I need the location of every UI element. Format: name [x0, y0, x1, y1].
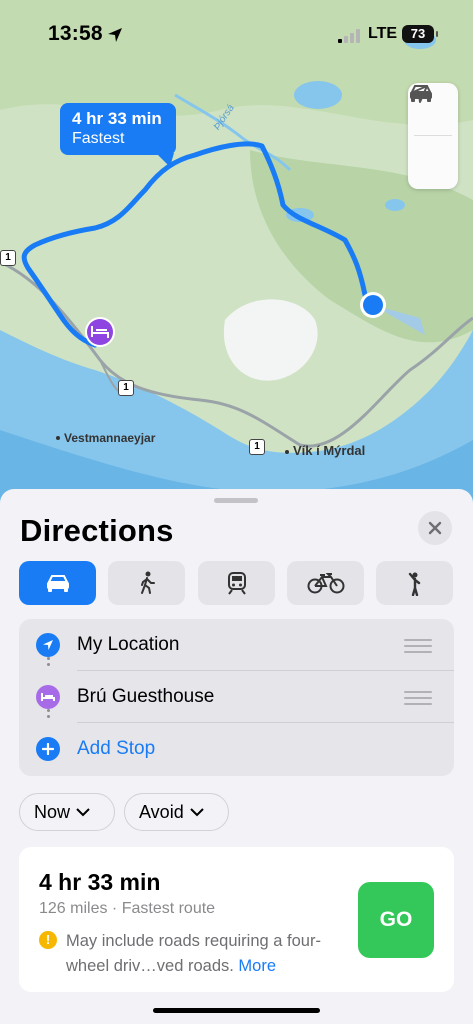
bike-icon [307, 573, 344, 594]
route-stops: My Location Brú Guesthouse Add Stop [19, 619, 454, 776]
route-warning-text: May include roads requiring a four-wheel… [66, 932, 321, 975]
mode-transit-button[interactable] [198, 561, 275, 605]
transport-modes [19, 561, 454, 605]
directions-sheet: Directions My Location Brú Guesthouse Ad… [0, 489, 473, 1024]
callout-duration: 4 hr 33 min [72, 109, 162, 128]
status-bar: 13:58 LTE 73 [0, 0, 473, 70]
map-controls [408, 83, 458, 189]
status-time: 13:58 [48, 22, 103, 45]
add-stop-button[interactable]: Add Stop [19, 723, 454, 775]
go-button[interactable]: GO [358, 882, 434, 958]
sheet-grabber[interactable] [214, 498, 258, 503]
location-services-icon [108, 28, 122, 42]
stop-destination-label: Brú Guesthouse [77, 686, 215, 707]
map-view[interactable]: Vestmannaeyjar Vík í Mýrdal Þjórsá 1 1 1… [0, 0, 473, 520]
mode-cycle-button[interactable] [287, 561, 364, 605]
track-location-button[interactable] [408, 85, 458, 188]
road-shield: 1 [0, 250, 16, 266]
callout-label: Fastest [72, 130, 125, 147]
stop-destination[interactable]: Brú Guesthouse [19, 671, 454, 723]
sheet-title: Directions [20, 513, 174, 548]
add-stop-label: Add Stop [77, 738, 156, 759]
walk-icon [140, 571, 155, 594]
reorder-handle-icon[interactable] [404, 639, 432, 657]
transit-icon [227, 572, 246, 595]
rideshare-icon [408, 572, 420, 596]
chevron-down-icon [189, 807, 204, 816]
battery-icon: 73 [402, 25, 438, 43]
signal-icon [338, 29, 360, 43]
warning-icon: ! [39, 931, 57, 949]
departure-time-button[interactable]: Now [19, 793, 115, 831]
location-arrow-icon [410, 85, 428, 103]
stop-origin[interactable]: My Location [19, 619, 454, 671]
network-type: LTE [368, 25, 398, 42]
route-card[interactable]: 4 hr 33 min 126 miles · Fastest route ! … [19, 847, 454, 992]
town-label-vik: Vík í Mýrdal [293, 443, 366, 458]
route-dots [47, 657, 50, 669]
route-callout[interactable]: 4 hr 33 min Fastest [60, 103, 176, 155]
mode-rideshare-button[interactable] [376, 561, 453, 605]
avoid-button[interactable]: Avoid [124, 793, 229, 831]
plus-icon [36, 737, 60, 761]
road-shield: 1 [249, 439, 265, 455]
road-shield: 1 [118, 380, 134, 396]
home-indicator[interactable] [153, 1008, 320, 1013]
mode-walk-button[interactable] [108, 561, 185, 605]
route-warning: May include roads requiring a four-wheel… [66, 929, 356, 979]
bed-icon [36, 685, 60, 709]
more-link[interactable]: More [238, 957, 276, 975]
location-arrow-icon [36, 633, 60, 657]
car-icon [46, 575, 69, 592]
departure-time-label: Now [34, 801, 71, 822]
stop-origin-label: My Location [77, 634, 180, 655]
chevron-down-icon [76, 807, 90, 816]
town-label-vestmannaeyjar: Vestmannaeyjar [64, 431, 156, 445]
close-button[interactable] [418, 511, 452, 545]
close-icon [428, 521, 442, 535]
avoid-label: Avoid [139, 801, 184, 822]
route-summary: 126 miles · Fastest route [39, 900, 216, 917]
route-dots [47, 709, 50, 721]
reorder-handle-icon[interactable] [404, 691, 432, 709]
mode-drive-button[interactable] [19, 561, 96, 605]
route-duration: 4 hr 33 min [39, 869, 161, 895]
